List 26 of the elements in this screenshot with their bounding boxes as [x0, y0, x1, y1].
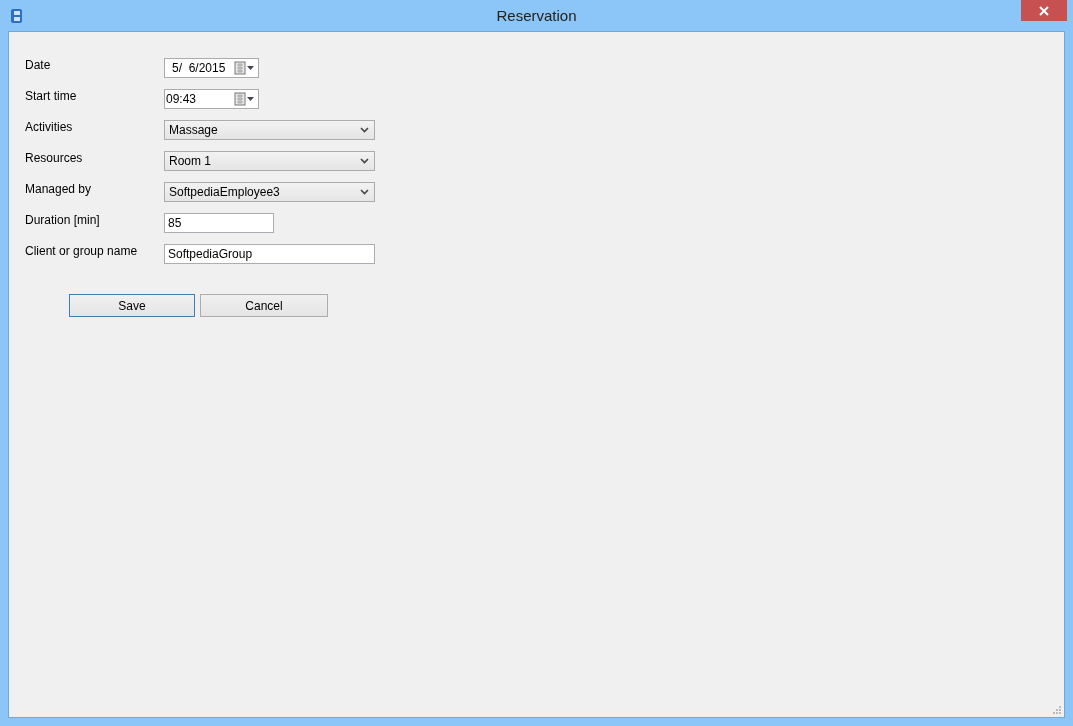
- input-field[interactable]: SoftpediaGroup: [164, 243, 375, 264]
- save-button[interactable]: Save: [69, 294, 195, 317]
- calendar-dropdown-icon: [234, 91, 256, 106]
- dropdown[interactable]: Massage: [164, 119, 375, 140]
- chevron-down-icon: [360, 157, 369, 164]
- field-label: Managed by: [25, 181, 93, 196]
- resize-grip-icon: [1052, 705, 1062, 715]
- chevron-down-icon: [360, 188, 369, 195]
- field-label: Client or group name: [25, 243, 139, 258]
- dropdown[interactable]: SoftpediaEmployee3: [164, 181, 375, 202]
- calendar-dropdown-icon: [234, 60, 256, 75]
- field-label: Activities: [25, 119, 74, 134]
- field-label: Date: [25, 57, 52, 72]
- app-icon: [10, 7, 24, 24]
- cancel-button[interactable]: Cancel: [200, 294, 328, 317]
- close-button[interactable]: [1021, 0, 1067, 21]
- field-label: Duration [min]: [25, 212, 101, 227]
- input-field[interactable]: 85: [164, 212, 274, 233]
- window-title: Reservation: [496, 7, 577, 24]
- date-picker[interactable]: 5/ 6/2015: [164, 57, 259, 78]
- chevron-down-icon: [360, 126, 369, 133]
- close-icon: [1039, 5, 1049, 16]
- field-label: Resources: [25, 150, 84, 165]
- time-picker[interactable]: 09:43: [164, 88, 259, 109]
- dropdown[interactable]: Room 1: [164, 150, 375, 171]
- field-label: Start time: [25, 88, 78, 103]
